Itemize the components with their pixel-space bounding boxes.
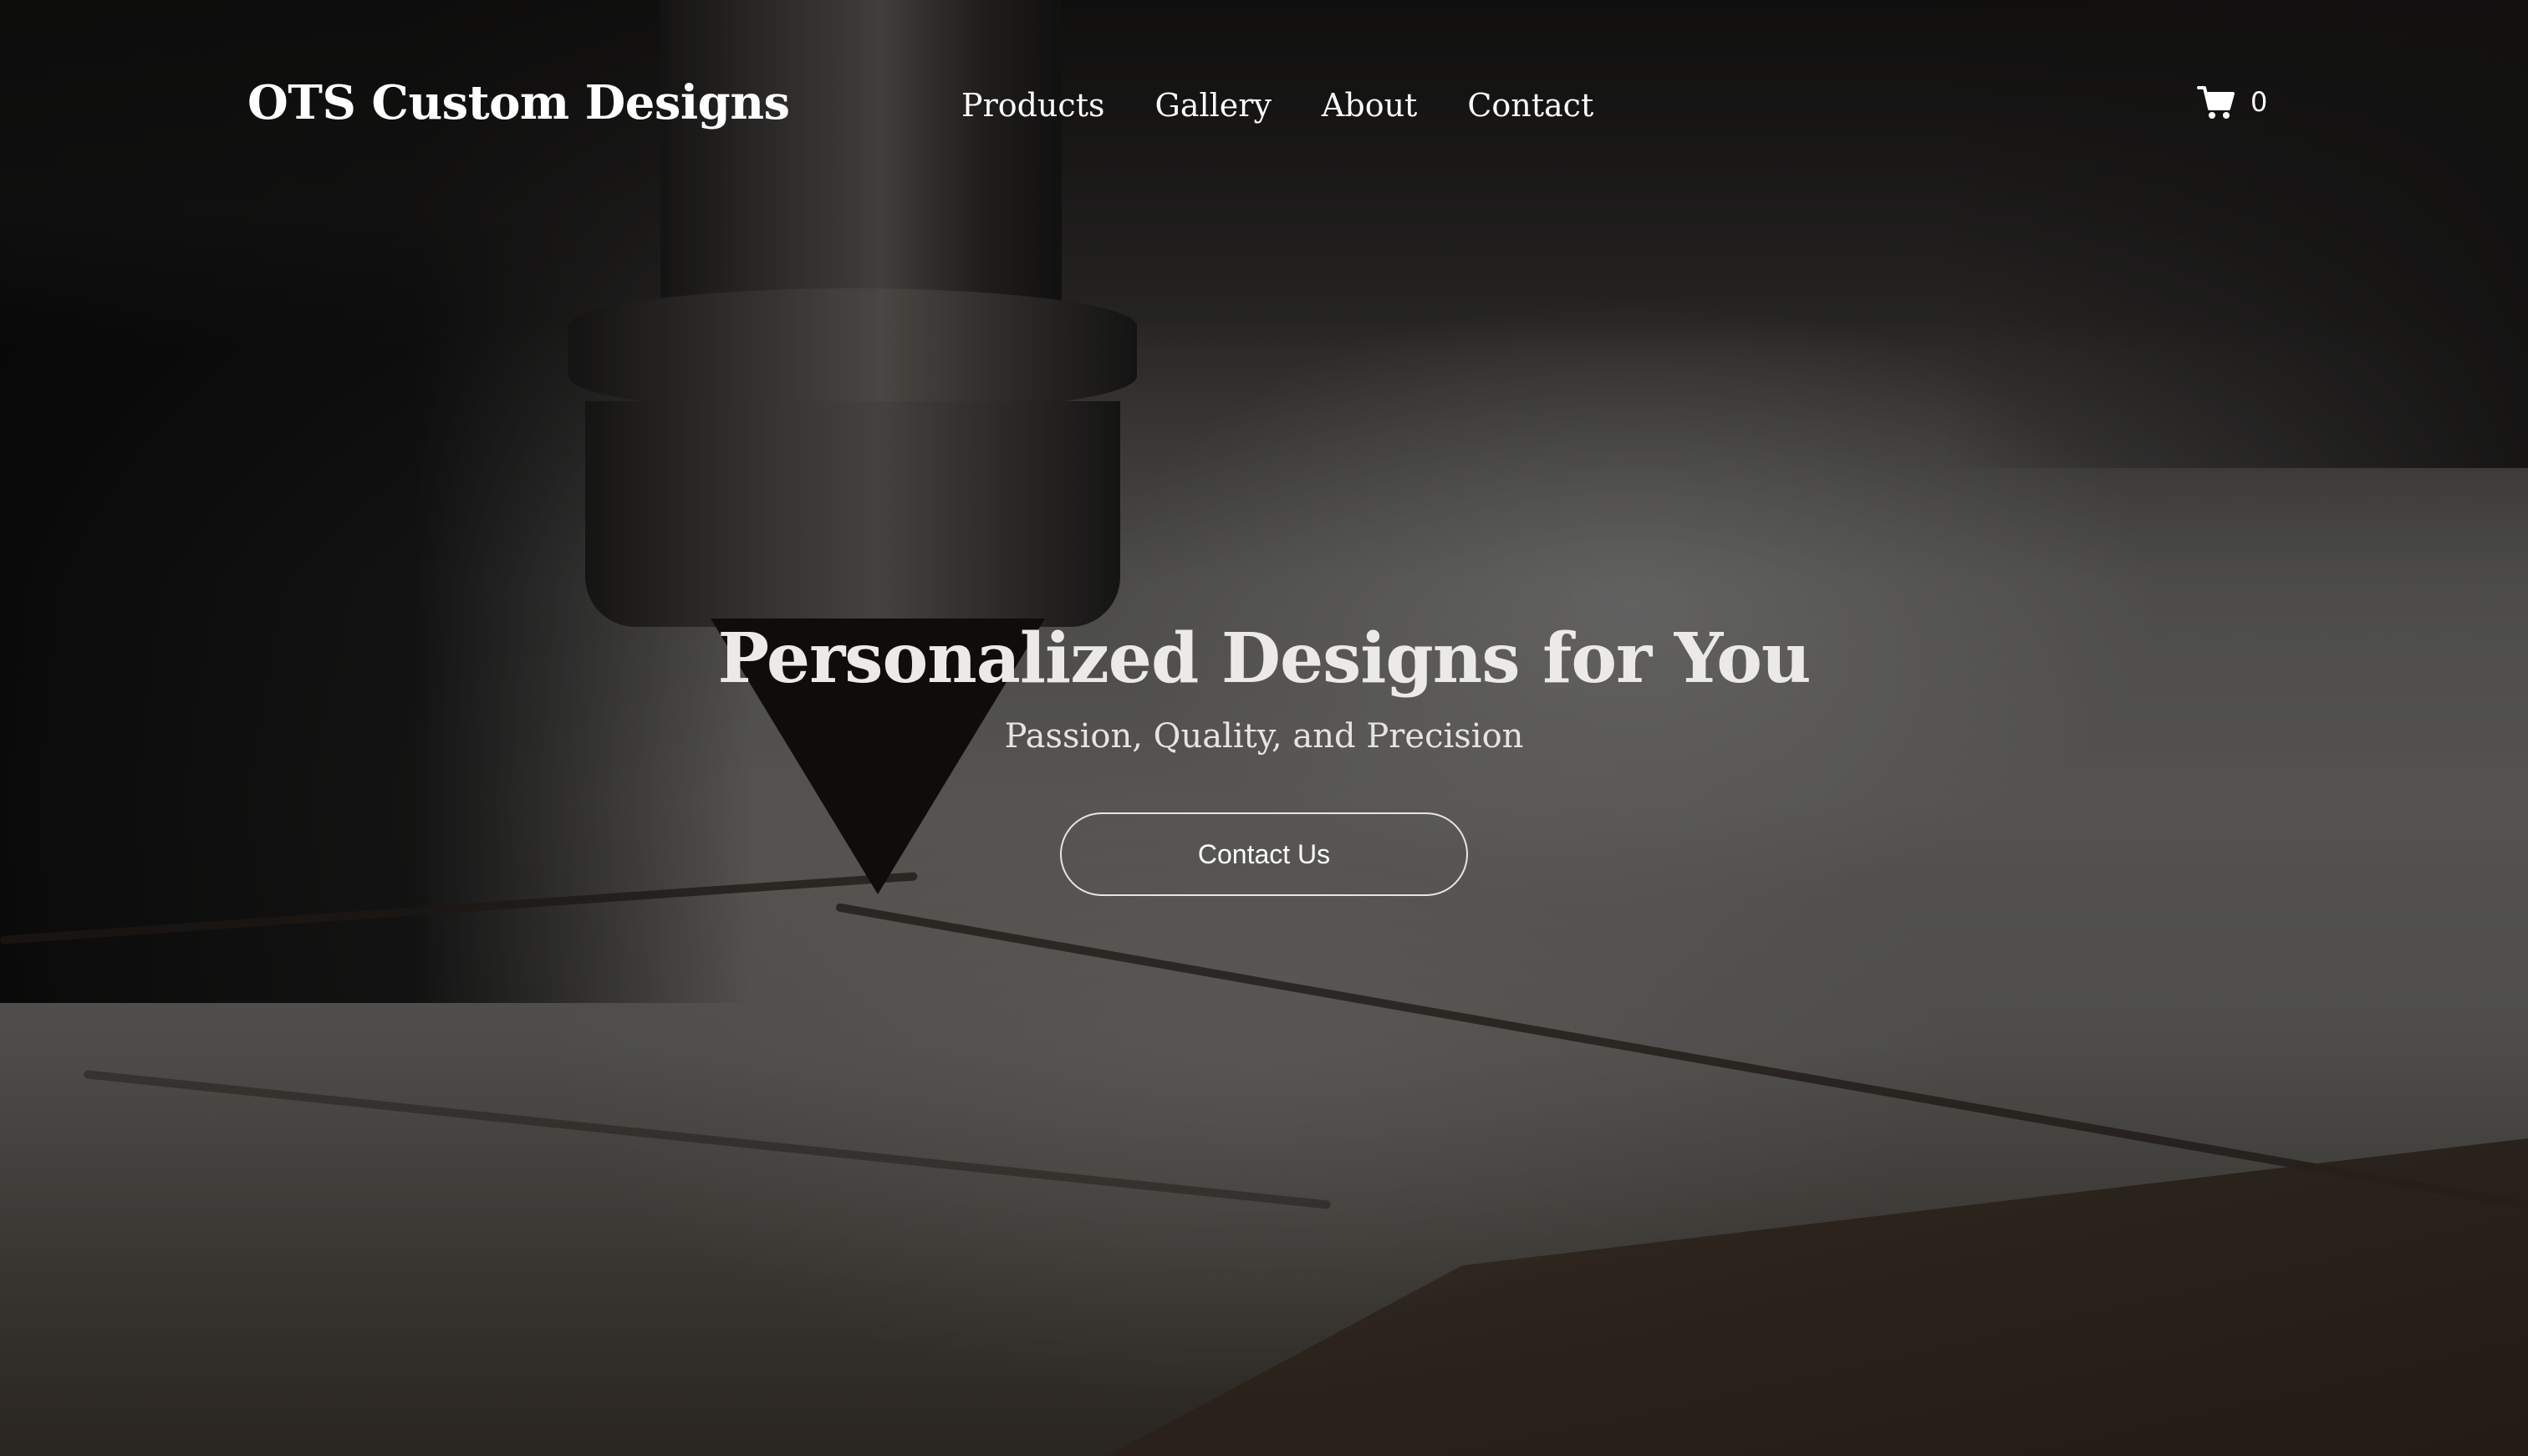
hero-title: Personalized Designs for You: [717, 619, 1811, 699]
nav-item-gallery[interactable]: Gallery: [1154, 87, 1271, 124]
nav-item-about[interactable]: About: [1322, 87, 1417, 124]
cart-button[interactable]: 0: [2197, 84, 2267, 120]
brand-logo-link[interactable]: OTS Custom Designs: [247, 75, 790, 130]
nav-item-products[interactable]: Products: [961, 87, 1104, 124]
page: OTS Custom Designs Products Gallery Abou…: [0, 0, 2528, 1456]
cart-count: 0: [2250, 86, 2268, 118]
nav-item-contact[interactable]: Contact: [1467, 87, 1593, 124]
hero-section: Personalized Designs for You Passion, Qu…: [0, 619, 2528, 896]
main-nav: Products Gallery About Contact: [961, 87, 1593, 124]
contact-us-button[interactable]: Contact Us: [1060, 812, 1468, 896]
shopping-cart-icon: [2197, 84, 2235, 120]
site-header: OTS Custom Designs Products Gallery Abou…: [0, 0, 2528, 217]
hero-tagline: Passion, Quality, and Precision: [1004, 717, 1524, 756]
